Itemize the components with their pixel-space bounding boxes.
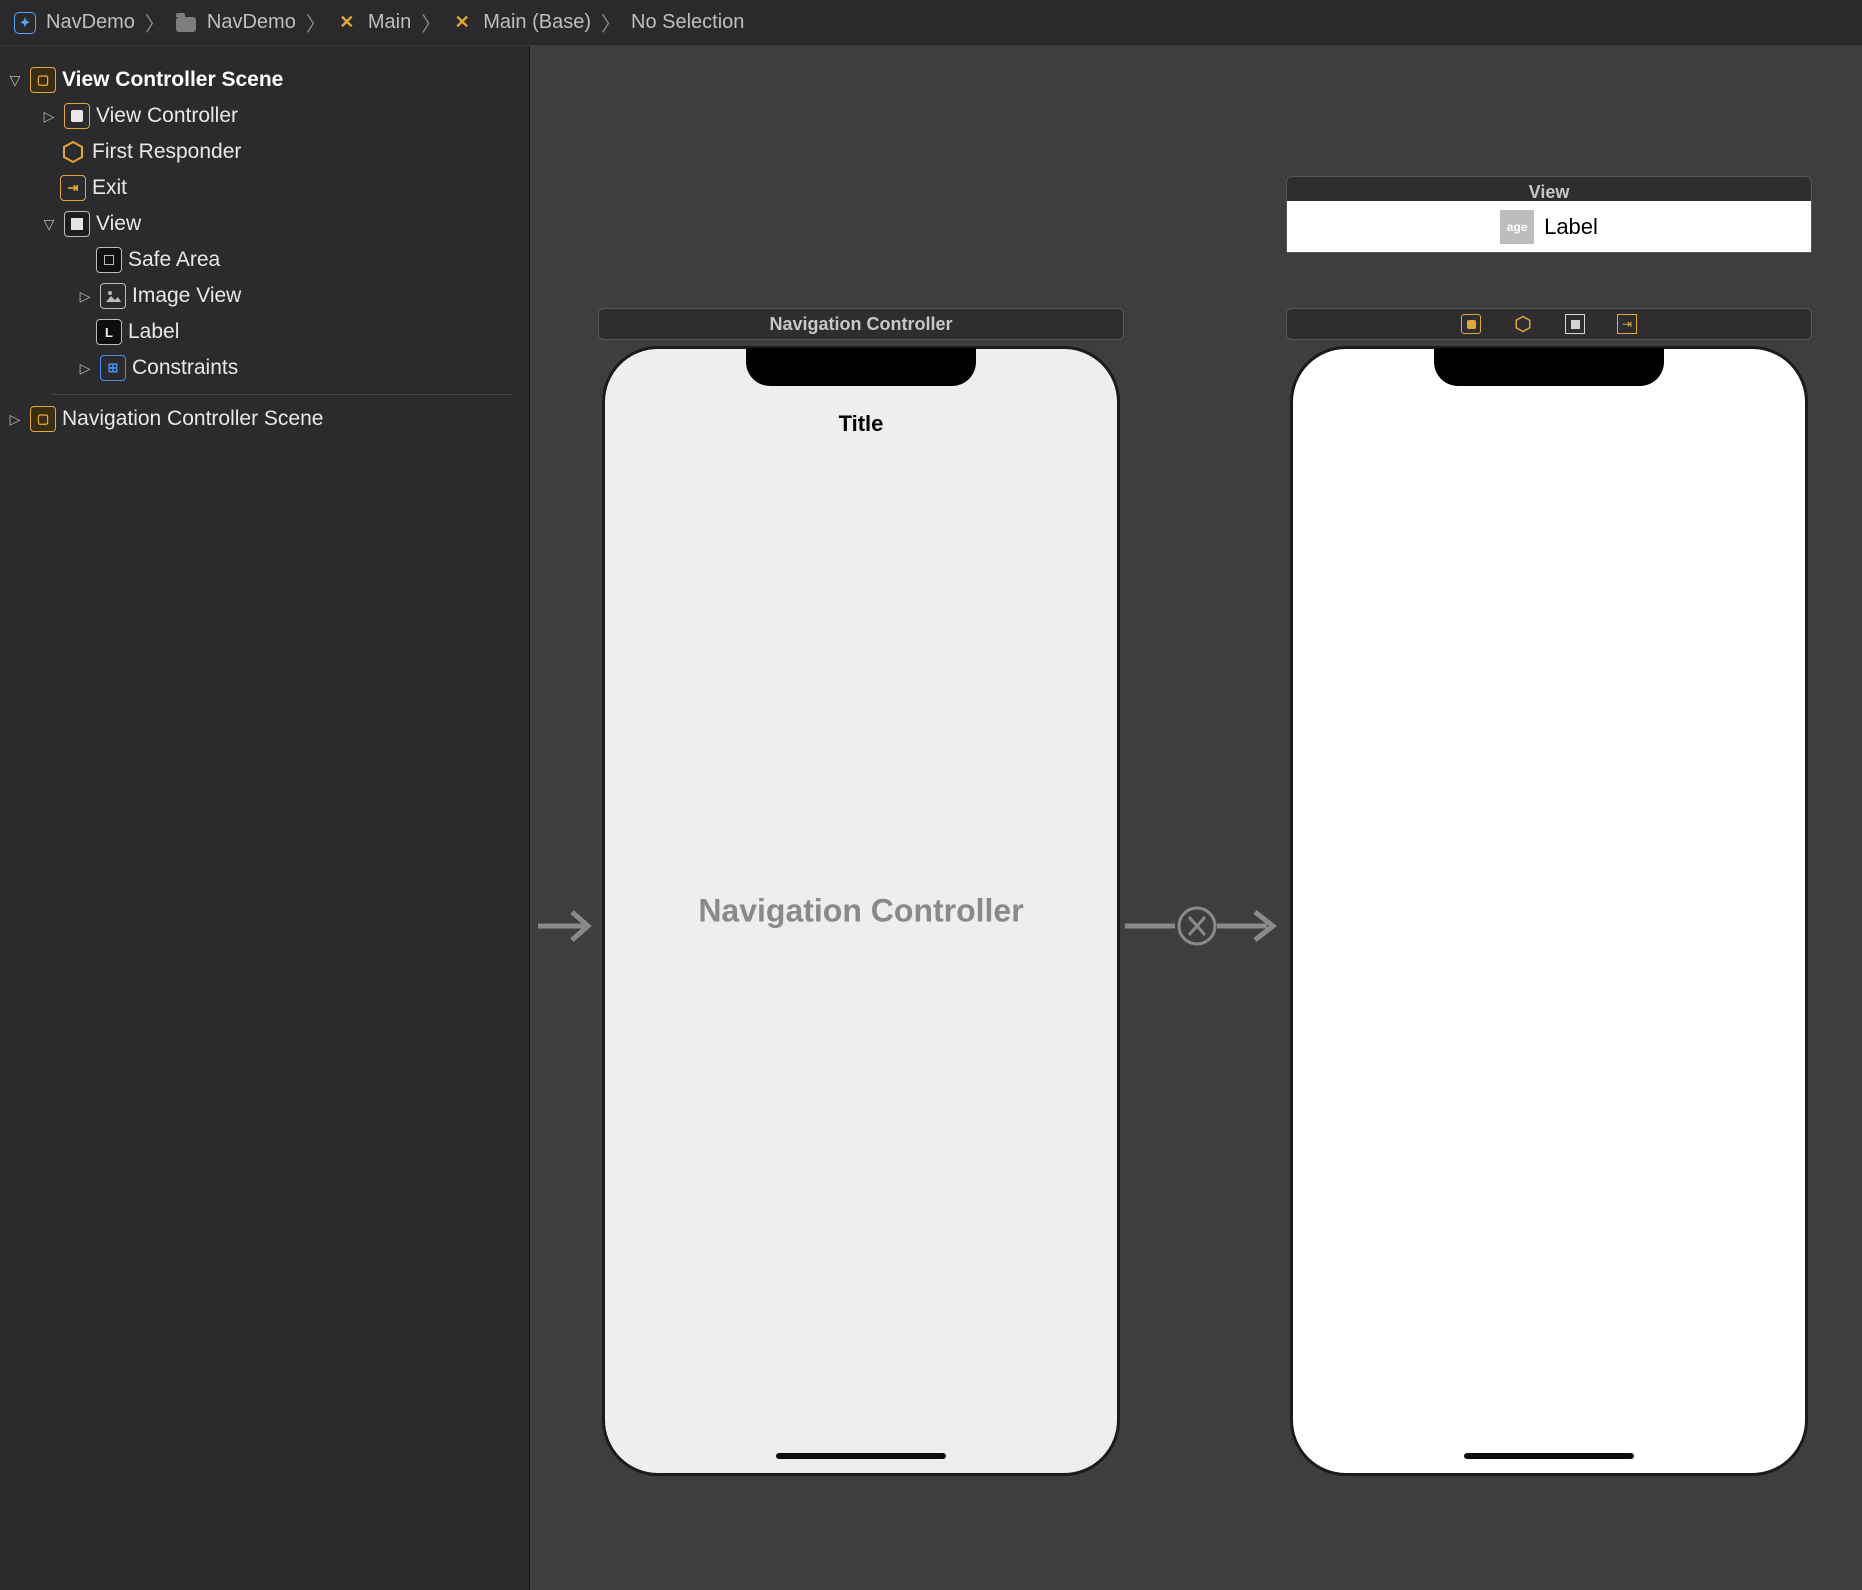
chevron-icon: 〉 bbox=[601, 8, 621, 37]
disclosure-triangle-icon[interactable]: ▷ bbox=[76, 359, 94, 377]
breadcrumb-storyboard[interactable]: Main bbox=[368, 11, 411, 34]
outline-label: Exit bbox=[92, 176, 127, 200]
outline-image-view[interactable]: ▷ Image View bbox=[0, 278, 529, 314]
home-indicator bbox=[776, 1453, 946, 1459]
outline-label[interactable]: L Label bbox=[0, 314, 529, 350]
initial-view-controller-arrow[interactable] bbox=[536, 906, 600, 946]
outline-exit[interactable]: ⇥ Exit bbox=[0, 170, 529, 206]
scene-icon: ▢ bbox=[30, 67, 56, 93]
disclosure-triangle-icon[interactable]: ▷ bbox=[76, 287, 94, 305]
folder-icon bbox=[175, 12, 197, 34]
outline-view[interactable]: ▽ View bbox=[0, 206, 529, 242]
image-view-icon bbox=[100, 283, 126, 309]
chevron-icon: 〉 bbox=[421, 8, 441, 37]
navigation-bar-title[interactable]: Title bbox=[605, 411, 1117, 437]
disclosure-triangle-icon[interactable]: ▷ bbox=[40, 107, 58, 125]
view-icon[interactable] bbox=[1565, 314, 1585, 334]
scene-header-label: View bbox=[1529, 182, 1570, 203]
outline-constraints[interactable]: ▷ ⊞ Constraints bbox=[0, 350, 529, 386]
view-icon bbox=[64, 211, 90, 237]
view-controller-scene[interactable] bbox=[1290, 346, 1808, 1476]
outline-label: View Controller Scene bbox=[62, 68, 283, 92]
scene-header-label: Navigation Controller bbox=[769, 314, 952, 335]
view-contents-label-row[interactable]: age Label bbox=[1286, 201, 1812, 253]
disclosure-triangle-icon[interactable]: ▽ bbox=[6, 71, 24, 89]
storyboard-icon: ✕ bbox=[451, 12, 473, 34]
constraints-icon: ⊞ bbox=[100, 355, 126, 381]
chevron-icon: 〉 bbox=[306, 8, 326, 37]
disclosure-triangle-icon[interactable]: ▽ bbox=[40, 215, 58, 233]
project-icon: ✦ bbox=[14, 12, 36, 34]
root-view-controller-segue[interactable] bbox=[1125, 904, 1287, 948]
outline-label: Image View bbox=[132, 284, 241, 308]
chevron-icon: 〉 bbox=[145, 8, 165, 37]
outline-safe-area[interactable]: Safe Area bbox=[0, 242, 529, 278]
outline-label: First Responder bbox=[92, 140, 241, 164]
outline-label-text: Label bbox=[128, 320, 179, 344]
outline-scene-navigation-controller[interactable]: ▷ ▢ Navigation Controller Scene bbox=[0, 401, 529, 437]
device-notch bbox=[746, 348, 976, 386]
outline-label: View bbox=[96, 212, 141, 236]
device-notch bbox=[1434, 348, 1664, 386]
placeholder-text: Navigation Controller bbox=[605, 893, 1117, 930]
first-responder-icon bbox=[60, 139, 86, 165]
safe-area-icon bbox=[96, 247, 122, 273]
outline-scene-view-controller[interactable]: ▽ ▢ View Controller Scene bbox=[0, 62, 529, 98]
view-controller-icon[interactable] bbox=[1461, 314, 1481, 334]
disclosure-triangle-icon[interactable]: ▷ bbox=[6, 410, 24, 428]
outline-label: Navigation Controller Scene bbox=[62, 407, 323, 431]
label-text[interactable]: Label bbox=[1544, 214, 1598, 240]
breadcrumb[interactable]: ✦ NavDemo 〉 NavDemo 〉 ✕ Main 〉 ✕ Main (B… bbox=[0, 0, 1862, 46]
label-icon: L bbox=[96, 319, 122, 345]
image-thumbnail-icon: age bbox=[1500, 210, 1534, 244]
outline-label: View Controller bbox=[96, 104, 238, 128]
storyboard-icon: ✕ bbox=[336, 12, 358, 34]
outline-label: Safe Area bbox=[128, 248, 220, 272]
outline-view-controller[interactable]: ▷ View Controller bbox=[0, 98, 529, 134]
breadcrumb-base[interactable]: Main (Base) bbox=[483, 11, 591, 34]
first-responder-icon[interactable] bbox=[1513, 314, 1533, 334]
breadcrumb-selection[interactable]: No Selection bbox=[631, 11, 744, 34]
scene-header-navigation-controller[interactable]: Navigation Controller bbox=[598, 308, 1124, 340]
breadcrumb-project[interactable]: NavDemo bbox=[46, 11, 135, 34]
home-indicator bbox=[1464, 1453, 1634, 1459]
scene-icon: ▢ bbox=[30, 406, 56, 432]
exit-icon[interactable]: ⇥ bbox=[1617, 314, 1637, 334]
navigation-controller-scene[interactable]: Title Navigation Controller bbox=[602, 346, 1120, 1476]
view-controller-icon bbox=[64, 103, 90, 129]
scene-dock[interactable]: ⇥ bbox=[1286, 308, 1812, 340]
outline-first-responder[interactable]: First Responder bbox=[0, 134, 529, 170]
outline-label: Constraints bbox=[132, 356, 238, 380]
outline-separator bbox=[52, 394, 511, 395]
storyboard-canvas[interactable]: Navigation Controller Title Navigation C… bbox=[530, 46, 1862, 1590]
breadcrumb-folder[interactable]: NavDemo bbox=[207, 11, 296, 34]
exit-icon: ⇥ bbox=[60, 175, 86, 201]
document-outline[interactable]: ▽ ▢ View Controller Scene ▷ View Control… bbox=[0, 46, 530, 1590]
